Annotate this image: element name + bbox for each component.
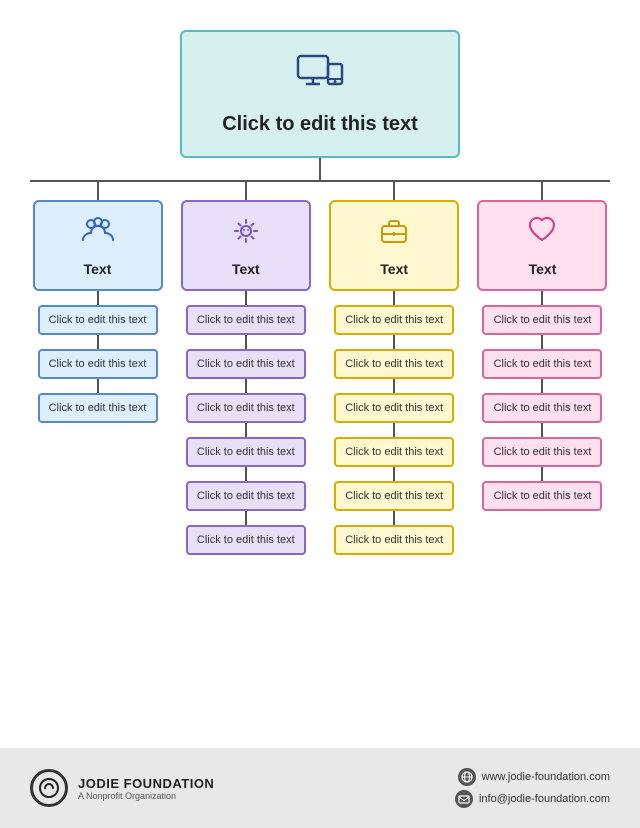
child-connector-yellow-3 [393,379,395,393]
child-node-blue-3[interactable]: Click to edit this text [38,393,158,423]
child-connector-blue-3 [97,379,99,393]
child-node-purple-1[interactable]: Click to edit this text [186,305,306,335]
child-node-yellow-3[interactable]: Click to edit this text [334,393,454,423]
child-node-purple-2[interactable]: Click to edit this text [186,349,306,379]
child-node-blue-1[interactable]: Click to edit this text [38,305,158,335]
website-text: www.jodie-foundation.com [482,771,610,783]
child-connector-purple-5 [245,467,247,481]
child-connector-blue-1 [97,291,99,305]
horizontal-connector [30,180,610,182]
branch-connector-yellow [393,182,395,200]
child-connector-purple-3 [245,379,247,393]
child-node-pink-5[interactable]: Click to edit this text [482,481,602,511]
website-item: www.jodie-foundation.com [458,768,610,786]
footer-contact: www.jodie-foundation.com info@jodie-foun… [455,768,610,808]
heart-icon [523,212,561,255]
child-connector-purple-1 [245,291,247,305]
people-icon [79,212,117,255]
branch-blue: Text Click to edit this text Click to ed… [30,182,165,555]
settings-icon [227,212,265,255]
child-connector-blue-2 [97,335,99,349]
root-connector [319,158,321,180]
logo-text: JODIE FOUNDATION A Nonprofit Organizatio… [78,776,214,801]
org-name: JODIE FOUNDATION [78,776,214,791]
branch-connector-blue [97,182,99,200]
child-connector-pink-1 [541,291,543,305]
child-node-pink-1[interactable]: Click to edit this text [482,305,602,335]
child-node-purple-4[interactable]: Click to edit this text [186,437,306,467]
category-node-yellow[interactable]: Text [329,200,459,291]
child-connector-purple-2 [245,335,247,349]
child-node-yellow-1[interactable]: Click to edit this text [334,305,454,335]
briefcase-icon [375,212,413,255]
child-connector-yellow-4 [393,423,395,437]
category-label-purple: Text [232,261,260,277]
child-connector-yellow-5 [393,467,395,481]
child-node-pink-2[interactable]: Click to edit this text [482,349,602,379]
branch-connector-pink [541,182,543,200]
branch-purple: Text Click to edit this text Click to ed… [178,182,313,555]
category-label-blue: Text [84,261,112,277]
category-node-pink[interactable]: Text [477,200,607,291]
child-node-yellow-6[interactable]: Click to edit this text [334,525,454,555]
child-connector-pink-3 [541,379,543,393]
child-node-purple-3[interactable]: Click to edit this text [186,393,306,423]
child-connector-yellow-1 [393,291,395,305]
child-node-purple-6[interactable]: Click to edit this text [186,525,306,555]
root-node[interactable]: Click to edit this text [180,30,460,158]
child-connector-purple-6 [245,511,247,525]
logo-icon [30,769,68,807]
child-node-purple-5[interactable]: Click to edit this text [186,481,306,511]
computer-icon [294,48,346,105]
child-connector-yellow-2 [393,335,395,349]
child-connector-pink-2 [541,335,543,349]
branch-yellow: Text Click to edit this text Click to ed… [327,182,462,555]
child-connector-pink-4 [541,423,543,437]
category-node-purple[interactable]: Text [181,200,311,291]
child-connector-purple-4 [245,423,247,437]
email-text: info@jodie-foundation.com [479,793,610,805]
main-content: Click to edit this text T [0,0,640,748]
child-node-blue-2[interactable]: Click to edit this text [38,349,158,379]
www-icon [458,768,476,786]
email-icon [455,790,473,808]
org-sub: A Nonprofit Organization [78,791,214,801]
category-node-blue[interactable]: Text [33,200,163,291]
branch-connector-purple [245,182,247,200]
child-node-yellow-5[interactable]: Click to edit this text [334,481,454,511]
email-item: info@jodie-foundation.com [455,790,610,808]
footer: JODIE FOUNDATION A Nonprofit Organizatio… [0,748,640,828]
child-connector-pink-5 [541,467,543,481]
child-node-yellow-4[interactable]: Click to edit this text [334,437,454,467]
category-label-pink: Text [529,261,557,277]
root-title: Click to edit this text [222,113,418,136]
footer-logo: JODIE FOUNDATION A Nonprofit Organizatio… [30,769,214,807]
category-label-yellow: Text [380,261,408,277]
child-node-pink-4[interactable]: Click to edit this text [482,437,602,467]
branches-container: Text Click to edit this text Click to ed… [30,182,610,555]
child-connector-yellow-6 [393,511,395,525]
child-node-yellow-2[interactable]: Click to edit this text [334,349,454,379]
child-node-pink-3[interactable]: Click to edit this text [482,393,602,423]
branch-pink: Text Click to edit this text Click to ed… [475,182,610,555]
